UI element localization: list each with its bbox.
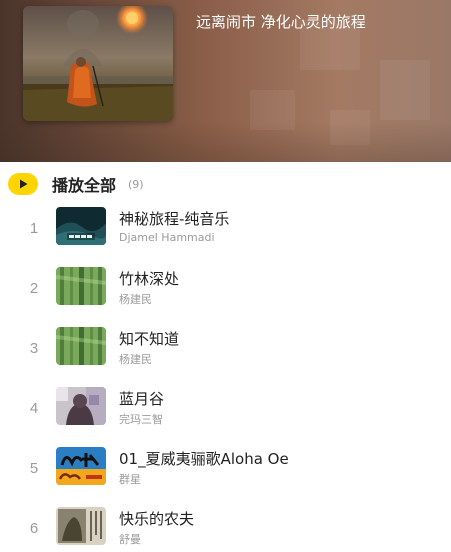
track-artist: 群星: [119, 473, 141, 486]
track-title: 竹林深处: [119, 270, 180, 288]
track-artist: 完玛三智: [119, 413, 163, 426]
track-index: 5: [29, 460, 39, 477]
playlist-cover-image[interactable]: [23, 6, 173, 121]
track-row[interactable]: 2 竹林深处 杨建民: [0, 259, 451, 319]
track-artist: 杨建民: [119, 293, 152, 306]
track-title: 01_夏威夷骊歌Aloha Oe: [119, 450, 289, 468]
track-count: (9): [128, 177, 144, 191]
track-row[interactable]: 1 神秘旅程-纯音乐 Djamel Hammadi: [0, 199, 451, 259]
track-index: 1: [29, 220, 39, 237]
track-title: 快乐的农夫: [119, 510, 195, 528]
playlist-title: 远离闹市 净化心灵的旅程: [196, 13, 366, 31]
play-all-button[interactable]: 播放全部 (9): [8, 170, 144, 198]
track-title: 蓝月谷: [119, 390, 165, 408]
track-index: 4: [29, 400, 39, 417]
track-row[interactable]: 5 01_夏威夷骊歌Aloha Oe 群星: [0, 439, 451, 499]
album-art-thumbnail: [56, 387, 106, 425]
track-title: 神秘旅程-纯音乐: [119, 210, 230, 228]
track-row[interactable]: 6 快乐的农夫 舒曼: [0, 499, 451, 552]
track-index: 3: [29, 340, 39, 357]
track-artist: 舒曼: [119, 533, 141, 546]
track-index: 6: [29, 520, 39, 537]
playlist-header: 远离闹市 净化心灵的旅程: [0, 0, 451, 162]
album-art-thumbnail: [56, 507, 106, 545]
album-art-thumbnail: [56, 267, 106, 305]
album-art-thumbnail: [56, 207, 106, 245]
play-icon[interactable]: [8, 173, 38, 195]
play-all-label[interactable]: 播放全部: [52, 172, 116, 196]
track-row[interactable]: 3 知不知道 杨建民: [0, 319, 451, 379]
playlist-page: 远离闹市 净化心灵的旅程 播放全部 (9) 1 神秘旅程-纯音乐 Djamel …: [0, 0, 451, 552]
track-list-panel: 播放全部 (9) 1 神秘旅程-纯音乐 Djamel Hammadi 2 竹林深…: [0, 162, 451, 552]
track-row[interactable]: 4 蓝月谷 完玛三智: [0, 379, 451, 439]
album-art-thumbnail: [56, 447, 106, 485]
track-artist: Djamel Hammadi: [119, 231, 215, 244]
track-index: 2: [29, 280, 39, 297]
album-art-thumbnail: [56, 327, 106, 365]
track-title: 知不知道: [119, 330, 180, 348]
track-artist: 杨建民: [119, 353, 152, 366]
